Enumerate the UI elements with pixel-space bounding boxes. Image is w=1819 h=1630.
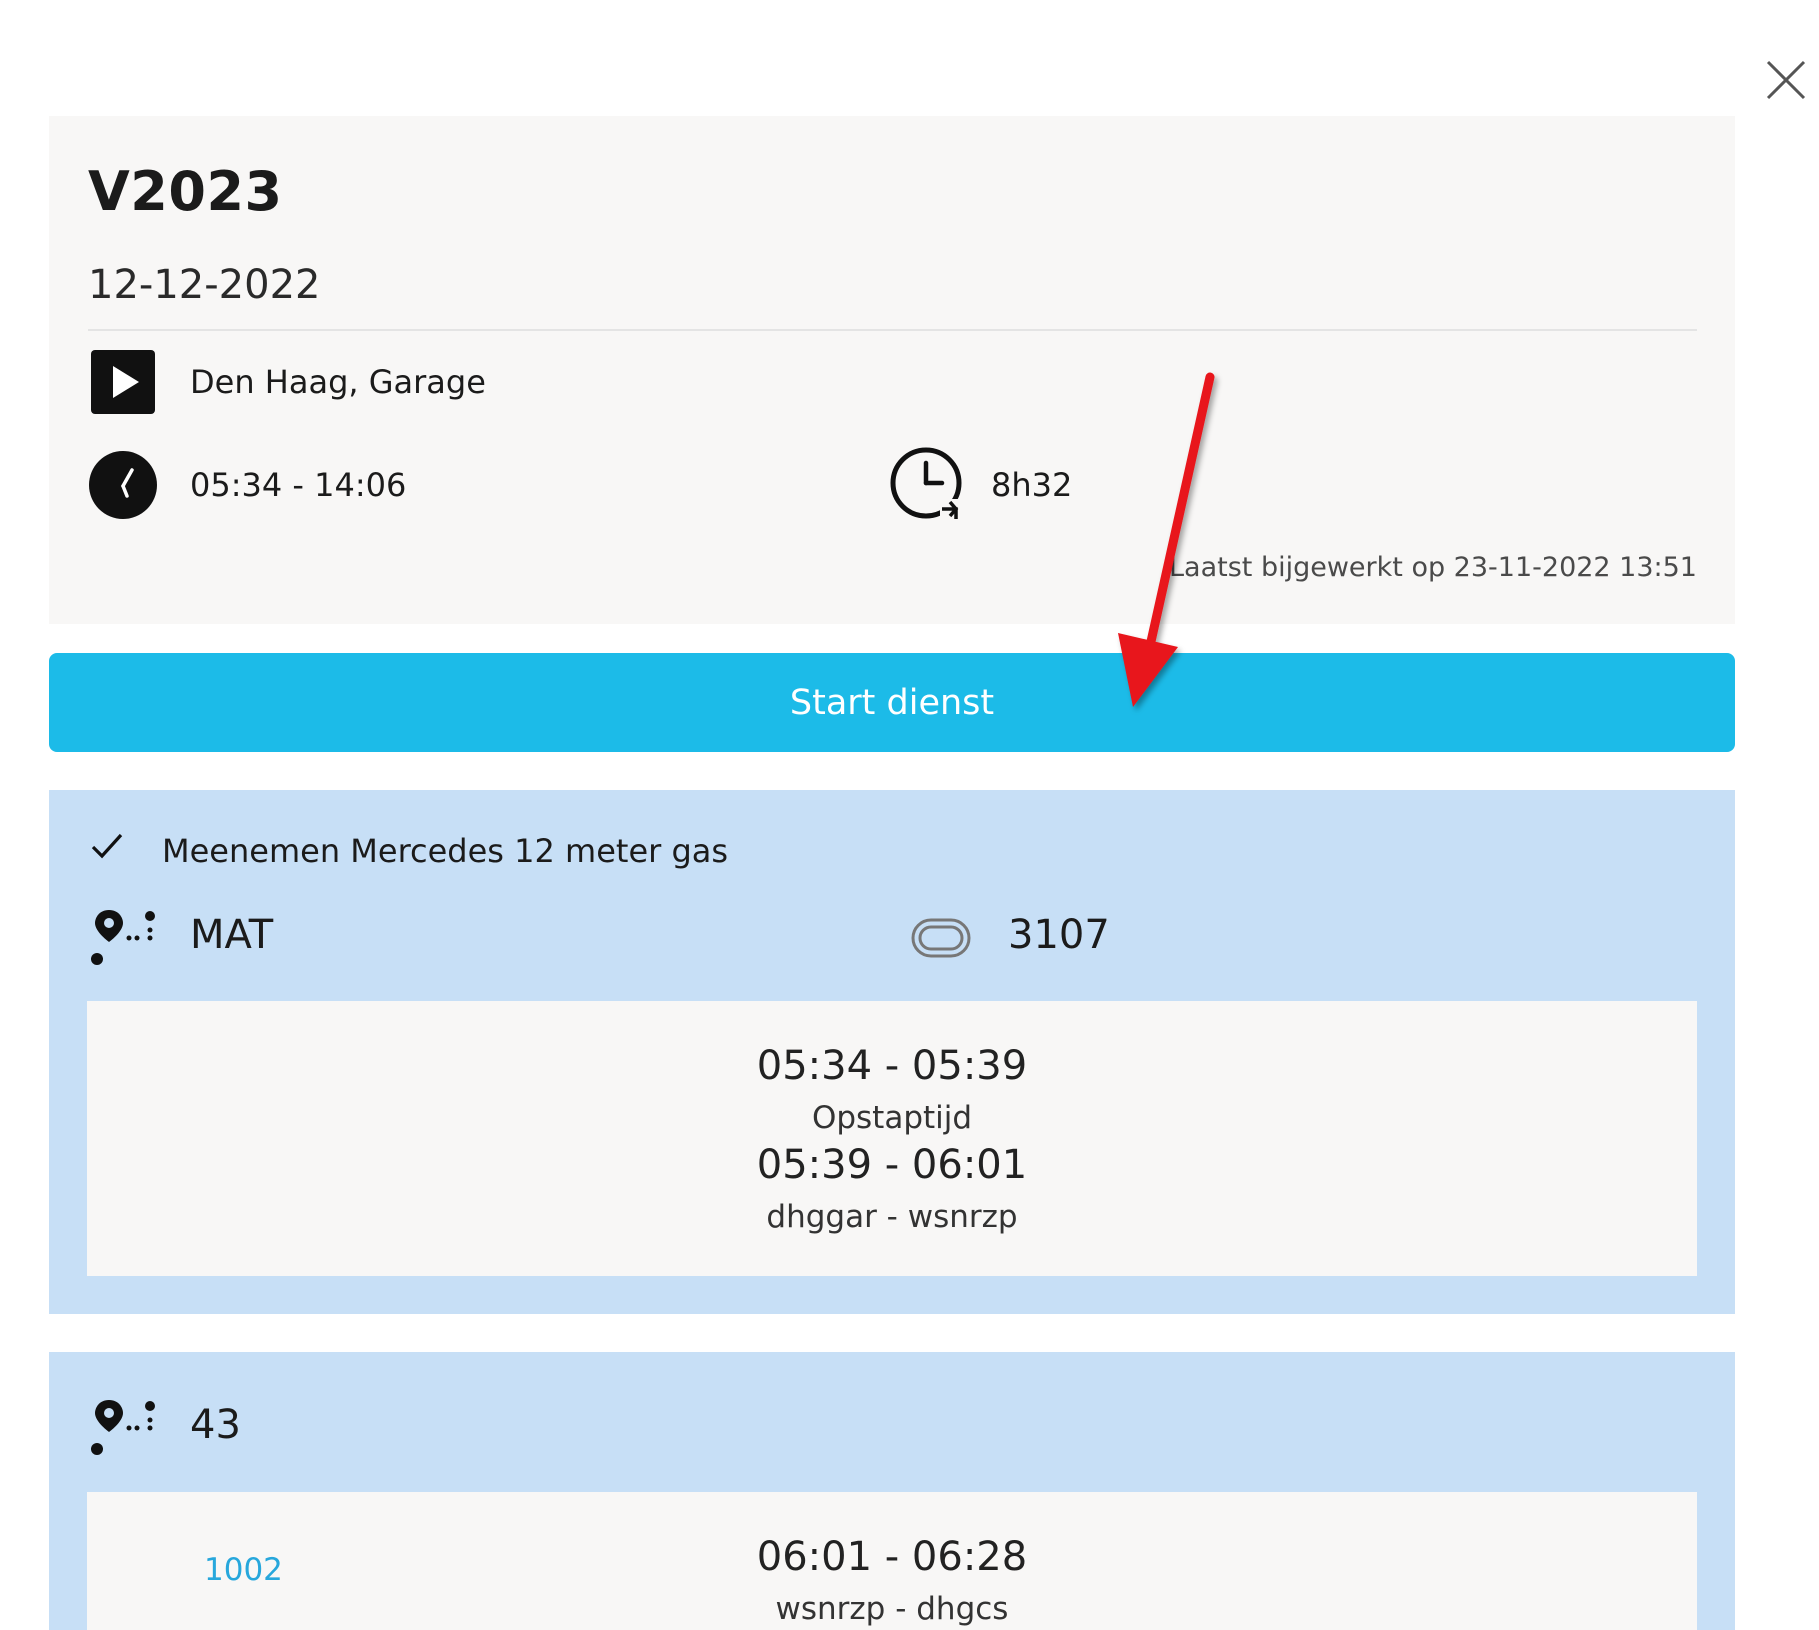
- play-icon: [91, 350, 155, 414]
- vehicle-icon: [911, 918, 971, 958]
- start-location: Den Haag, Garage: [190, 363, 486, 401]
- segment-label: dhggar - wsnrzp: [766, 1199, 1018, 1235]
- close-icon: [1766, 60, 1806, 100]
- trip-details: 05:34 - 05:39 Opstaptijd 05:39 - 06:01 d…: [87, 1001, 1697, 1276]
- shift-time-range: 05:34 - 14:06: [190, 466, 407, 504]
- divider: [88, 329, 1697, 331]
- segment-label: wsnrzp - dhgcs: [775, 1591, 1009, 1627]
- close-button[interactable]: [1762, 56, 1810, 104]
- route-icon: [91, 1400, 155, 1455]
- segment-time: 05:34 - 05:39: [756, 1043, 1028, 1089]
- trip-note: Meenemen Mercedes 12 meter gas: [162, 832, 729, 870]
- start-shift-button[interactable]: Start dienst: [49, 653, 1735, 752]
- shift-date: 12-12-2022: [88, 262, 321, 308]
- last-updated: Laatst bijgewerkt op 23-11-2022 13:51: [1169, 552, 1697, 583]
- trip-card: Meenemen Mercedes 12 meter gas MAT 3107 …: [49, 790, 1735, 1314]
- trip-route: 43: [190, 1402, 241, 1448]
- shift-duration: 8h32: [991, 466, 1073, 504]
- shift-detail-dialog: V2023 12-12-2022 Den Haag, Garage 05:34 …: [0, 0, 1819, 1630]
- trip-details: 1002 06:01 - 06:28 wsnrzp - dhgcs: [87, 1492, 1697, 1630]
- shift-summary-card: V2023 12-12-2022 Den Haag, Garage 05:34 …: [49, 116, 1735, 624]
- shift-title: V2023: [88, 160, 283, 223]
- route-icon: [91, 910, 155, 965]
- vehicle-number: 3107: [1008, 912, 1110, 958]
- trip-route: MAT: [190, 912, 274, 958]
- trip-card: 43 1002 06:01 - 06:28 wsnrzp - dhgcs: [49, 1352, 1735, 1630]
- segment-time: 05:39 - 06:01: [756, 1142, 1028, 1188]
- clock-icon: [89, 451, 157, 519]
- annotation-arrow: [1118, 372, 1215, 707]
- duration-icon: [890, 447, 962, 521]
- segment-label: Opstaptijd: [811, 1100, 973, 1136]
- checkmark-icon: [91, 833, 123, 859]
- segment-time: 06:01 - 06:28: [756, 1534, 1028, 1580]
